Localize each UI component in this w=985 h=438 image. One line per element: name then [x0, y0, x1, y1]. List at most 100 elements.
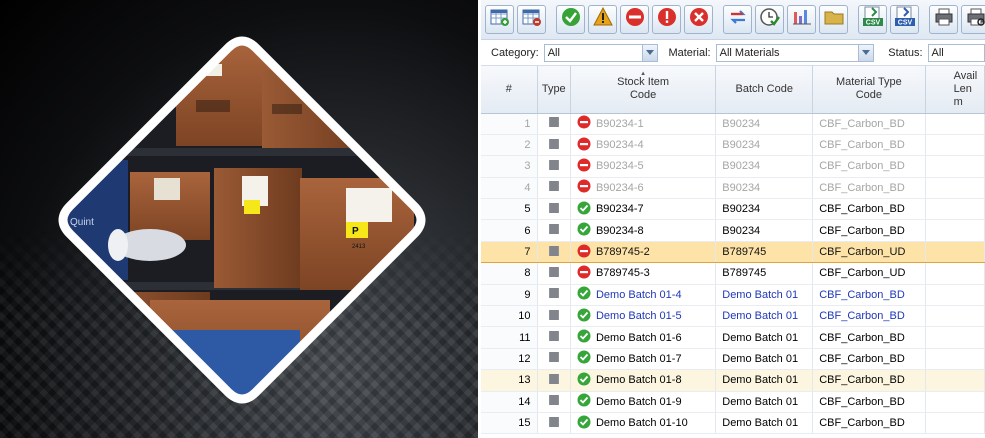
table-row[interactable]: 14 Demo Batch 01-9 Demo Batch 01 CBF_Car…: [481, 391, 985, 413]
stock-item-cell[interactable]: B90234-4: [570, 134, 717, 157]
available-length-cell[interactable]: [925, 305, 985, 328]
batch-code-cell[interactable]: B90234: [715, 198, 814, 221]
available-length-cell[interactable]: [925, 177, 985, 200]
col-header-type[interactable]: Type: [537, 66, 571, 114]
stock-item-cell[interactable]: B789745-2: [570, 240, 717, 264]
reject-button[interactable]: [684, 5, 713, 34]
material-type-cell[interactable]: CBF_Carbon_UD: [812, 240, 926, 264]
clock-check-button[interactable]: [755, 5, 784, 34]
stock-item-cell[interactable]: B90234-5: [570, 155, 717, 178]
new-grid-button[interactable]: [485, 5, 514, 34]
import-csv-button[interactable]: CSV: [890, 5, 919, 34]
warning-button[interactable]: [588, 5, 617, 34]
material-type-cell[interactable]: CBF_Carbon_UD: [812, 262, 926, 285]
approve-button[interactable]: [556, 5, 585, 34]
material-type-cell[interactable]: CBF_Carbon_BD: [812, 305, 926, 328]
table-row[interactable]: 11 Demo Batch 01-6 Demo Batch 01 CBF_Car…: [481, 326, 985, 349]
table-row[interactable]: 8 B789745-3 B789745 CBF_Carbon_UD: [481, 262, 985, 285]
batch-code-cell[interactable]: Demo Batch 01: [715, 369, 814, 392]
stock-item-cell[interactable]: B90234-1: [570, 113, 717, 135]
print-preview-button[interactable]: [961, 5, 985, 34]
col-header-batch-code[interactable]: Batch Code: [715, 66, 814, 114]
material-type-cell[interactable]: CBF_Carbon_BD: [812, 177, 926, 200]
status-select[interactable]: All: [927, 43, 985, 62]
table-row[interactable]: 9 Demo Batch 01-4 Demo Batch 01 CBF_Carb…: [481, 284, 985, 307]
batch-code-cell[interactable]: B789745: [715, 240, 814, 264]
table-row[interactable]: 2 B90234-4 B90234 CBF_Carbon_BD: [481, 134, 985, 157]
batch-code-cell[interactable]: B90234: [715, 219, 814, 242]
available-length-cell[interactable]: [925, 391, 985, 413]
stock-item-cell[interactable]: Demo Batch 01-7: [570, 348, 717, 371]
material-type-cell[interactable]: CBF_Carbon_BD: [812, 326, 926, 349]
available-length-cell[interactable]: [925, 134, 985, 157]
material-type-cell[interactable]: CBF_Carbon_BD: [812, 284, 926, 307]
stock-item-cell[interactable]: Demo Batch 01-8: [570, 369, 717, 392]
batch-code-cell[interactable]: Demo Batch 01: [715, 348, 814, 371]
batch-code-cell[interactable]: Demo Batch 01: [715, 284, 814, 307]
available-length-cell[interactable]: [925, 412, 985, 435]
table-row[interactable]: 15 Demo Batch 01-10 Demo Batch 01 CBF_Ca…: [481, 412, 985, 435]
material-type-cell[interactable]: CBF_Carbon_BD: [812, 391, 926, 413]
batch-code-cell[interactable]: B90234: [715, 134, 814, 157]
stock-item-cell[interactable]: Demo Batch 01-10: [570, 412, 717, 435]
stock-item-cell[interactable]: Demo Batch 01-6: [570, 326, 717, 349]
material-type-cell[interactable]: CBF_Carbon_BD: [812, 348, 926, 371]
stock-item-cell[interactable]: Demo Batch 01-9: [570, 391, 717, 413]
material-type-cell[interactable]: CBF_Carbon_BD: [812, 155, 926, 178]
table-row[interactable]: 4 B90234-6 B90234 CBF_Carbon_BD: [481, 177, 985, 200]
table-row[interactable]: 7 B789745-2 B789745 CBF_Carbon_UD: [481, 240, 985, 264]
batch-code-cell[interactable]: Demo Batch 01: [715, 412, 814, 435]
available-length-cell[interactable]: [925, 369, 985, 392]
available-length-cell[interactable]: [925, 113, 985, 135]
material-type-cell[interactable]: CBF_Carbon_BD: [812, 134, 926, 157]
material-type-cell[interactable]: CBF_Carbon_BD: [812, 369, 926, 392]
batch-code-cell[interactable]: Demo Batch 01: [715, 326, 814, 349]
stock-item-cell[interactable]: Demo Batch 01-5: [570, 305, 717, 328]
material-type-cell[interactable]: CBF_Carbon_BD: [812, 412, 926, 435]
available-length-cell[interactable]: [925, 284, 985, 307]
table-row[interactable]: 6 B90234-8 B90234 CBF_Carbon_BD: [481, 219, 985, 242]
chart-button[interactable]: [787, 5, 816, 34]
col-header-material-type-code[interactable]: Material Type Code: [812, 66, 926, 114]
table-row[interactable]: 3 B90234-5 B90234 CBF_Carbon_BD: [481, 155, 985, 178]
table-row[interactable]: 10 Demo Batch 01-5 Demo Batch 01 CBF_Car…: [481, 305, 985, 328]
folder-button[interactable]: [819, 5, 848, 34]
batch-code-cell[interactable]: B90234: [715, 177, 814, 200]
available-length-cell[interactable]: [925, 198, 985, 221]
available-length-cell[interactable]: [925, 326, 985, 349]
batch-code-cell[interactable]: Demo Batch 01: [715, 305, 814, 328]
stock-item-cell[interactable]: B90234-7: [570, 198, 717, 221]
batch-code-cell[interactable]: B90234: [715, 155, 814, 178]
alert-button[interactable]: [652, 5, 681, 34]
available-length-cell[interactable]: [925, 219, 985, 242]
transfer-button[interactable]: [723, 5, 752, 34]
batch-code-cell[interactable]: Demo Batch 01: [715, 391, 814, 413]
col-header-number[interactable]: #: [481, 66, 538, 114]
stock-item-cell[interactable]: B90234-8: [570, 219, 717, 242]
delete-grid-button[interactable]: [517, 5, 546, 34]
table-row[interactable]: 1 B90234-1 B90234 CBF_Carbon_BD: [481, 113, 985, 135]
batch-code-cell[interactable]: B90234: [715, 113, 814, 135]
material-select[interactable]: All Materials: [715, 43, 875, 62]
block-button[interactable]: [620, 5, 649, 34]
available-length-cell[interactable]: [925, 155, 985, 178]
table-row[interactable]: 13 Demo Batch 01-8 Demo Batch 01 CBF_Car…: [481, 369, 985, 392]
table-row[interactable]: 12 Demo Batch 01-7 Demo Batch 01 CBF_Car…: [481, 348, 985, 371]
stock-item-cell[interactable]: B90234-6: [570, 177, 717, 200]
category-select[interactable]: All: [543, 43, 659, 62]
material-type-cell[interactable]: CBF_Carbon_BD: [812, 219, 926, 242]
table-row[interactable]: 5 B90234-7 B90234 CBF_Carbon_BD: [481, 198, 985, 221]
stock-item-cell[interactable]: Demo Batch 01-4: [570, 284, 717, 307]
available-length-cell[interactable]: [925, 240, 985, 264]
col-header-stock-item-code[interactable]: Stock Item Code: [570, 66, 717, 114]
available-length-cell[interactable]: [925, 348, 985, 371]
chevron-down-icon[interactable]: [642, 44, 658, 61]
material-type-cell[interactable]: CBF_Carbon_BD: [812, 113, 926, 135]
export-csv-button[interactable]: CSV: [858, 5, 887, 34]
print-button[interactable]: [929, 5, 958, 34]
material-type-cell[interactable]: CBF_Carbon_BD: [812, 198, 926, 221]
col-header-available-length[interactable]: Avail Len m: [925, 66, 985, 114]
chevron-down-icon[interactable]: [858, 44, 874, 61]
batch-code-cell[interactable]: B789745: [715, 262, 814, 285]
stock-item-cell[interactable]: B789745-3: [570, 262, 717, 285]
